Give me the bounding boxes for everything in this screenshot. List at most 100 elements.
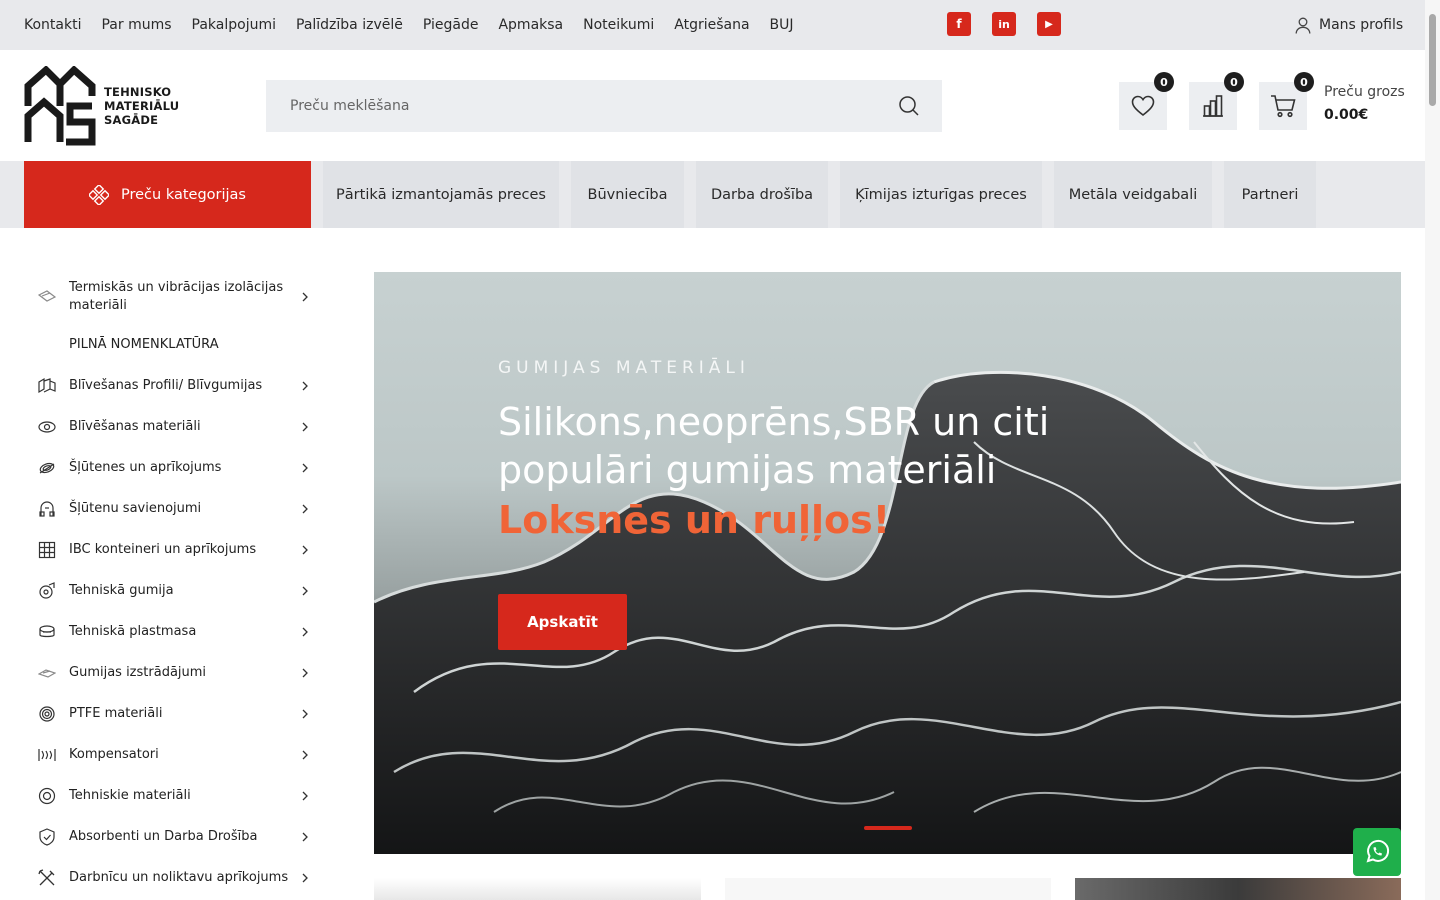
search-bar bbox=[266, 80, 942, 132]
promo-card[interactable] bbox=[374, 878, 701, 900]
hero-banner: GUMIJAS MATERIĀLI Silikons,neoprēns,SBR … bbox=[374, 272, 1401, 854]
nav-tab-partika[interactable]: Pārtikā izmantojamās preces bbox=[323, 161, 559, 228]
topnav-link-noteikumi[interactable]: Noteikumi bbox=[583, 17, 654, 33]
sidebar-item-label: Tehniskie materiāli bbox=[69, 787, 191, 803]
categories-menu-button[interactable]: Preču kategorijas bbox=[24, 161, 311, 228]
topnav-link-atgriesana[interactable]: Atgriešana bbox=[674, 17, 749, 33]
cart-label: Preču grozs bbox=[1324, 84, 1405, 100]
top-bar: Kontakti Par mums Pakalpojumi Palīdzība … bbox=[0, 0, 1425, 50]
chevron-right-icon bbox=[302, 504, 308, 513]
compare-count-badge: 0 bbox=[1224, 72, 1244, 92]
sidebar-item-sealing-profiles[interactable]: Blīvešanas Profili/ Blīvgumijas bbox=[24, 365, 324, 406]
promo-card[interactable] bbox=[1075, 878, 1401, 900]
chevron-right-icon bbox=[302, 791, 308, 800]
cart-button[interactable]: 0 bbox=[1259, 72, 1314, 130]
sidebar-item-label: Šļūtenes un aprīkojums bbox=[69, 459, 222, 475]
promo-card[interactable] bbox=[725, 878, 1051, 900]
sidebar-item-label: Blīvešanas Profili/ Blīvgumijas bbox=[69, 377, 263, 393]
facebook-icon[interactable]: f bbox=[947, 12, 971, 36]
topnav-link-pakalpojumi[interactable]: Pakalpojumi bbox=[192, 17, 276, 33]
chevron-right-icon bbox=[302, 463, 308, 472]
hero-cta-button[interactable]: Apskatīt bbox=[498, 594, 627, 650]
categories-grid-icon bbox=[89, 184, 109, 205]
cart-icon bbox=[1271, 95, 1296, 118]
sidebar-item-hoses[interactable]: Šļūtenes un aprīkojums bbox=[24, 447, 324, 488]
categories-menu-label: Preču kategorijas bbox=[121, 186, 246, 203]
search-input[interactable] bbox=[266, 98, 866, 114]
heart-icon bbox=[1131, 95, 1155, 117]
compare-button[interactable]: 0 bbox=[1189, 72, 1244, 130]
sidebar-item-insulation[interactable]: Termiskās un vibrācijas izolācijas mater… bbox=[24, 269, 324, 324]
wishlist-button[interactable]: 0 bbox=[1119, 72, 1174, 130]
logo-text: TEHNISKO MATERIĀLU SAGĀDE bbox=[104, 85, 179, 127]
logo-mark-icon bbox=[24, 66, 96, 146]
coupling-icon bbox=[38, 500, 56, 518]
sidebar-item-label: Blīvēšanas materiāli bbox=[69, 418, 201, 434]
ring-icon bbox=[38, 787, 56, 805]
sidebar-item-label: Kompensatori bbox=[69, 746, 159, 762]
ptfe-icon bbox=[38, 705, 56, 723]
profile-link[interactable]: Mans profils bbox=[1295, 0, 1403, 50]
topnav-link-par-mums[interactable]: Par mums bbox=[101, 17, 171, 33]
whatsapp-icon bbox=[1366, 839, 1390, 863]
logo-line-2: MATERIĀLU bbox=[104, 99, 180, 113]
eye-seal-icon bbox=[38, 418, 56, 436]
sidebar-item-absorbents[interactable]: Absorbenti un Darba Drošība bbox=[24, 816, 324, 857]
sidebar-item-full-nomenclature[interactable]: PILNĀ NOMENKLATŪRA bbox=[24, 324, 324, 365]
nav-tab-darba-drosiba[interactable]: Darba drošība bbox=[696, 161, 828, 228]
sidebar-item-technical-materials[interactable]: Tehniskie materiāli bbox=[24, 775, 324, 816]
sidebar-item-label: Absorbenti un Darba Drošība bbox=[69, 828, 258, 844]
logo-line-3: SAGĀDE bbox=[104, 113, 159, 127]
sidebar-item-label: Darbnīcu un noliktavu aprīkojums bbox=[69, 869, 289, 885]
topnav-link-apmaksa[interactable]: Apmaksa bbox=[498, 17, 563, 33]
chevron-right-icon bbox=[302, 627, 308, 636]
chevron-right-icon bbox=[302, 545, 308, 554]
topnav-link-kontakti[interactable]: Kontakti bbox=[24, 17, 81, 33]
sidebar-item-ptfe[interactable]: PTFE materiāli bbox=[24, 693, 324, 734]
sidebar-item-workshop-equipment[interactable]: Darbnīcu un noliktavu aprīkojums bbox=[24, 857, 324, 898]
sidebar-item-label: PILNĀ NOMENKLATŪRA bbox=[69, 336, 219, 352]
topnav-link-buj[interactable]: BUJ bbox=[770, 17, 794, 33]
scrollbar-thumb[interactable] bbox=[1429, 14, 1436, 106]
tools-icon bbox=[38, 868, 56, 887]
search-icon[interactable] bbox=[898, 95, 920, 117]
sidebar-item-label: Termiskās un vibrācijas izolācijas mater… bbox=[69, 279, 284, 313]
compare-chart-icon bbox=[1203, 95, 1223, 117]
insulation-icon bbox=[38, 288, 56, 306]
sidebar-item-rubber-products[interactable]: Gumijas izstrādājumi bbox=[24, 652, 324, 693]
topnav-link-palidziba[interactable]: Palīdzība izvēlē bbox=[296, 17, 403, 33]
shield-icon bbox=[38, 827, 56, 846]
sidebar-item-sealing-materials[interactable]: Blīvēšanas materiāli bbox=[24, 406, 324, 447]
nav-tab-kimijas[interactable]: Ķīmijas izturīgas preces bbox=[840, 161, 1042, 228]
sidebar-item-label: Tehniskā gumija bbox=[69, 582, 174, 598]
slider-dot-active[interactable] bbox=[864, 826, 912, 830]
topnav-link-piegade[interactable]: Piegāde bbox=[423, 17, 479, 33]
hero-headline: Silikons,neoprēns,SBR un citi populāri g… bbox=[498, 400, 1050, 492]
sidebar-item-technical-plastic[interactable]: Tehniskā plastmasa bbox=[24, 611, 324, 652]
chevron-right-icon bbox=[302, 381, 308, 390]
sidebar-item-ibc-containers[interactable]: IBC konteineri un aprīkojums bbox=[24, 529, 324, 570]
rubber-products-icon bbox=[38, 664, 56, 682]
wishlist-count-badge: 0 bbox=[1154, 72, 1174, 92]
nav-tab-metala[interactable]: Metāla veidgabali bbox=[1054, 161, 1212, 228]
chevron-right-icon bbox=[302, 832, 308, 841]
rubber-icon bbox=[38, 581, 56, 600]
sidebar-item-hose-couplings[interactable]: Šļūtenu savienojumi bbox=[24, 488, 324, 529]
sidebar-item-label: Gumijas izstrādājumi bbox=[69, 664, 207, 680]
linkedin-icon[interactable]: in bbox=[992, 12, 1016, 36]
nav-tab-partneri[interactable]: Partneri bbox=[1224, 161, 1316, 228]
sidebar-item-compensators[interactable]: Kompensatori bbox=[24, 734, 324, 775]
hero-kicker: GUMIJAS MATERIĀLI bbox=[498, 358, 750, 378]
site-logo[interactable]: TEHNISKO MATERIĀLU SAGĀDE bbox=[24, 66, 184, 146]
youtube-icon[interactable]: ▶ bbox=[1037, 12, 1061, 36]
chevron-right-icon bbox=[302, 422, 308, 431]
page-scrollbar[interactable] bbox=[1425, 0, 1440, 900]
plastic-icon bbox=[38, 623, 56, 641]
grid-container-icon bbox=[38, 541, 56, 559]
whatsapp-button[interactable] bbox=[1353, 828, 1401, 876]
category-sidebar: Termiskās un vibrācijas izolācijas mater… bbox=[24, 269, 324, 898]
nav-tab-buvnieciba[interactable]: Būvniecība bbox=[571, 161, 684, 228]
cart-summary[interactable]: Preču grozs 0.00€ bbox=[1324, 84, 1405, 123]
sidebar-item-technical-rubber[interactable]: Tehniskā gumija bbox=[24, 570, 324, 611]
profile-label: Mans profils bbox=[1319, 17, 1404, 33]
